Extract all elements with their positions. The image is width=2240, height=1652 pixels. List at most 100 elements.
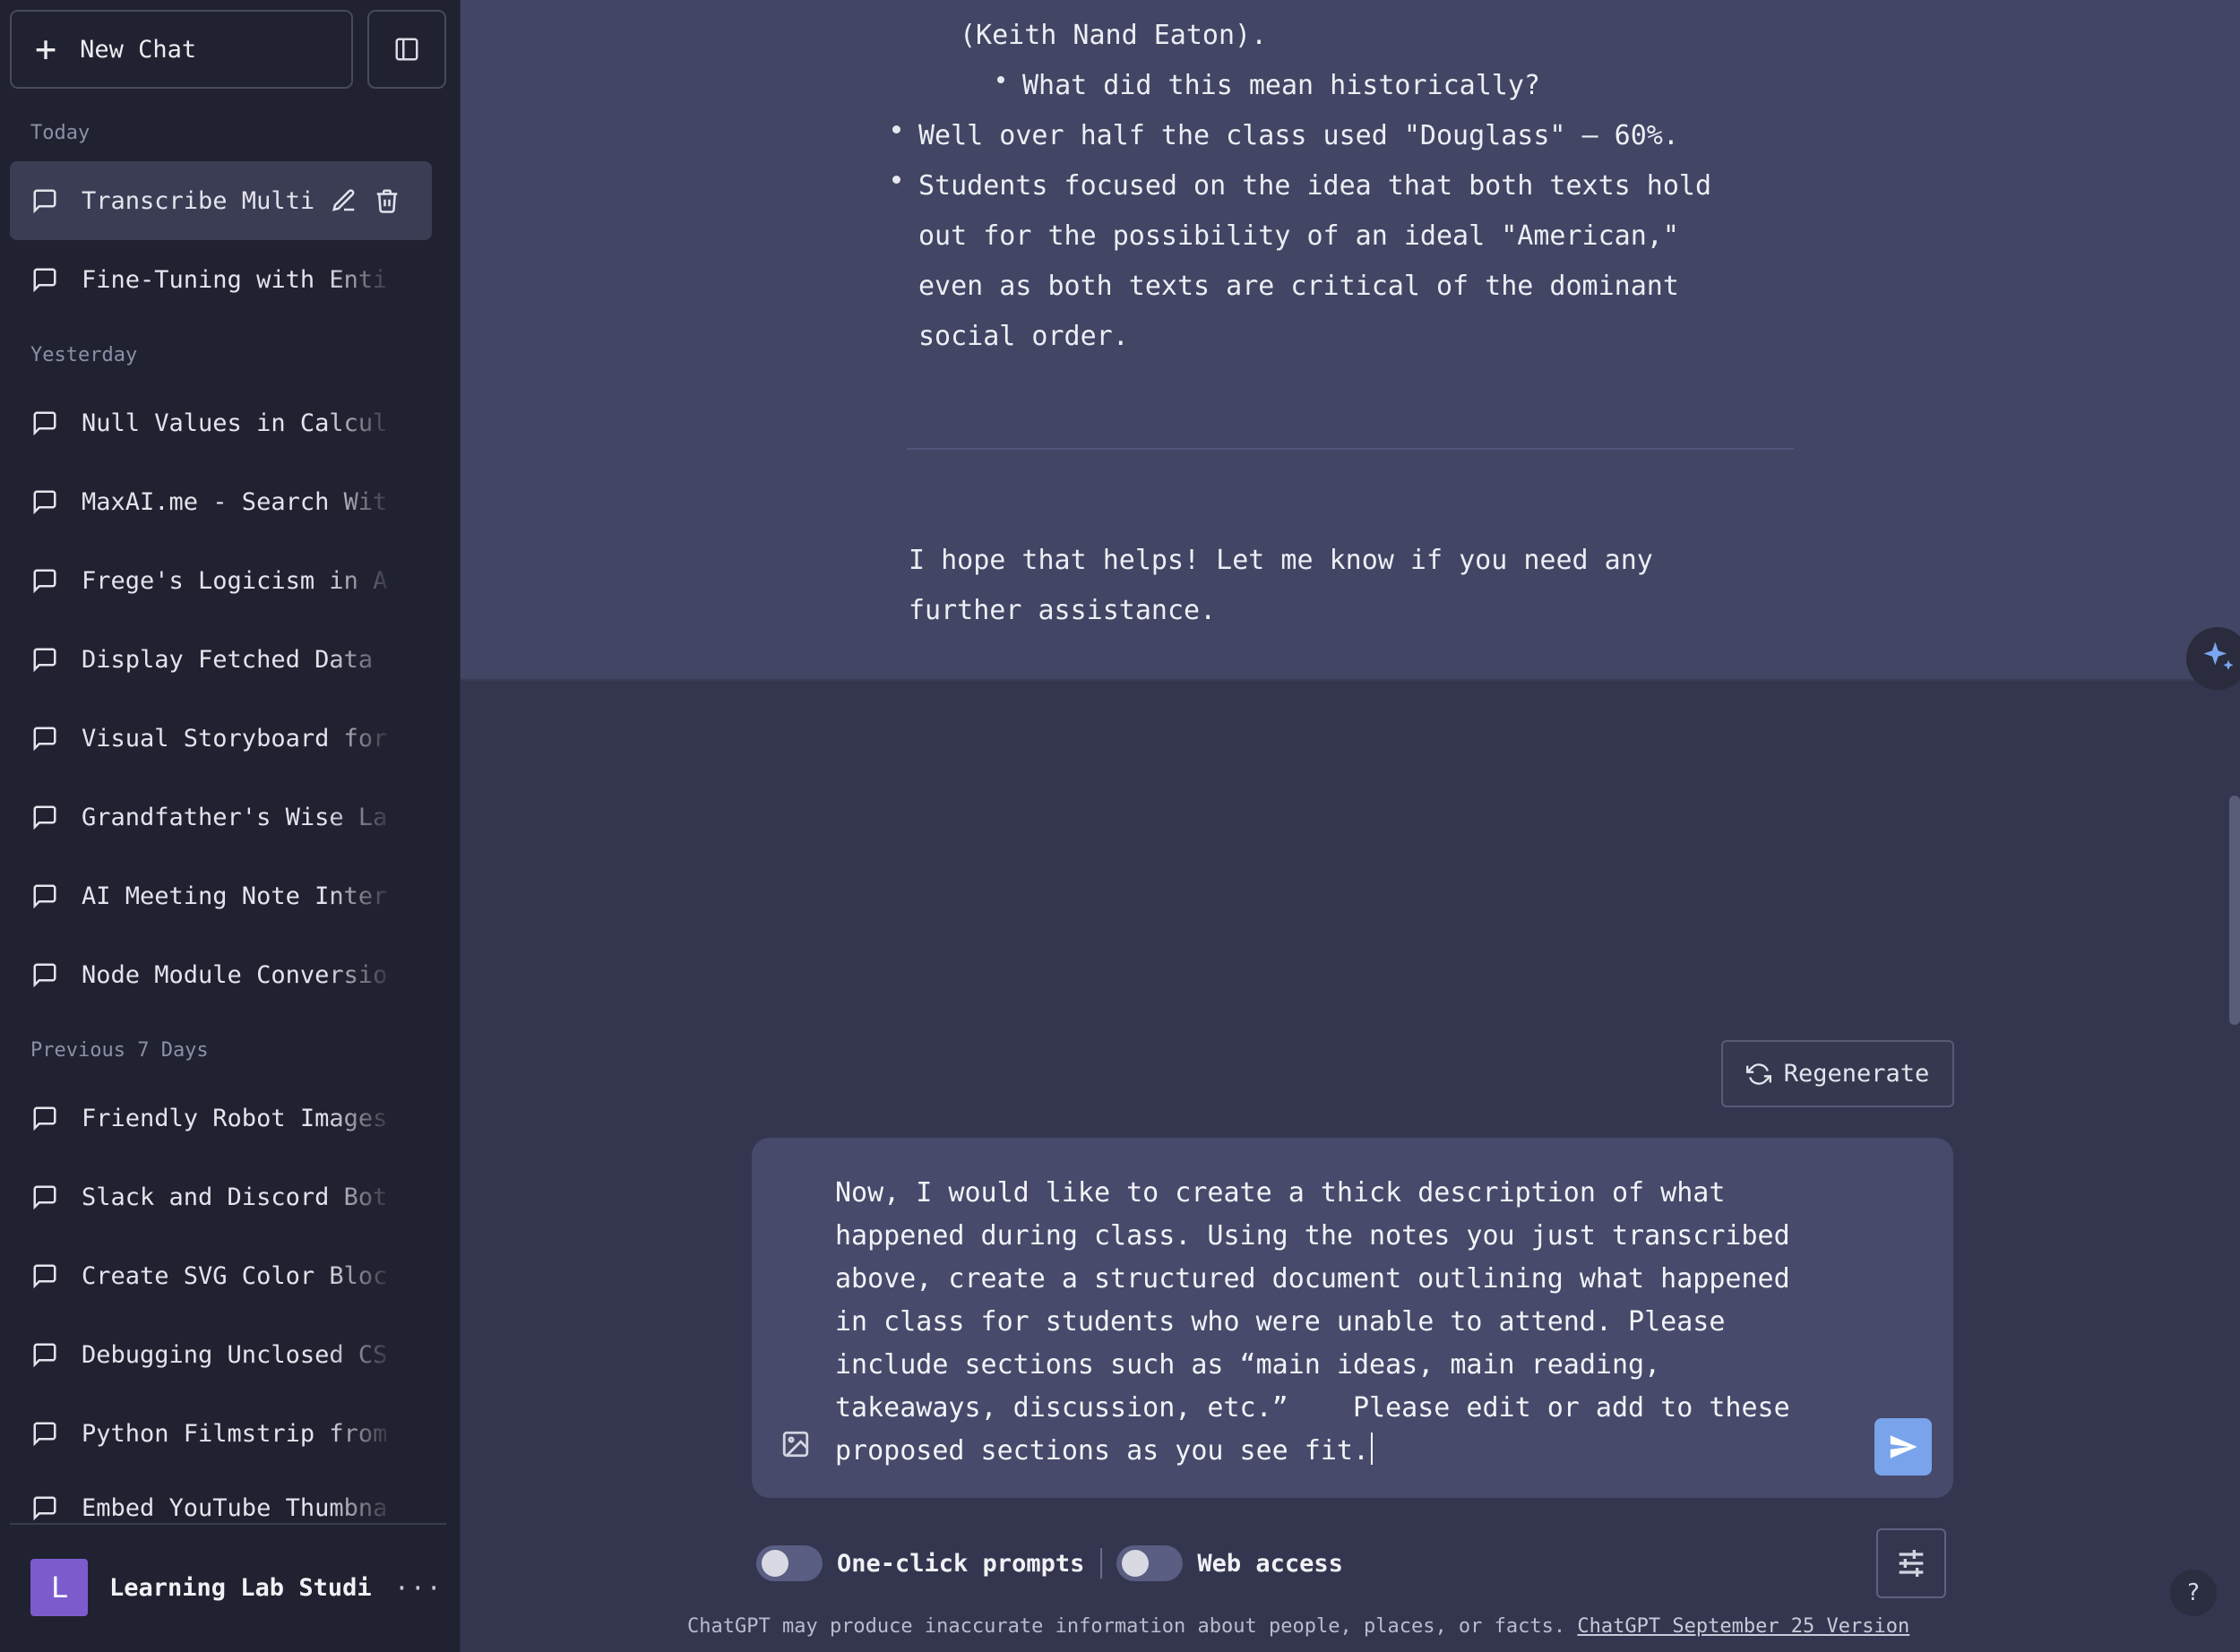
chat-bubble-icon — [33, 805, 56, 830]
chat-item-title: Slack and Discord Bot — [82, 1183, 388, 1211]
chat-bubble-icon — [33, 490, 56, 515]
message-line: I hope that helps! Let me know if you ne… — [909, 545, 1653, 576]
chat-item-title: Create SVG Color Bloc — [82, 1261, 388, 1290]
send-button[interactable] — [1874, 1418, 1932, 1476]
sidebar-chat-item[interactable]: Slack and Discord Bot — [10, 1157, 432, 1236]
chat-item-title: MaxAI.me - Search Wit — [82, 487, 388, 516]
message-line: social order. — [918, 321, 1129, 352]
user-name: Learning Lab Studi — [109, 1573, 372, 1602]
version-link[interactable]: ChatGPT September 25 Version — [1577, 1615, 1909, 1638]
message-line: (Keith Nand Eaton). — [960, 20, 1268, 51]
sidebar-chat-item[interactable]: Debugging Unclosed CS — [10, 1315, 432, 1394]
message-divider — [907, 448, 1794, 450]
chat-bubble-icon — [33, 1496, 56, 1521]
chat-bubble-icon — [33, 1106, 56, 1131]
one-click-prompts-toggle[interactable] — [756, 1545, 823, 1581]
bullet-marker — [892, 176, 900, 184]
section-label-yesterday: Yesterday — [30, 344, 138, 366]
chat-bubble-icon — [33, 1422, 56, 1447]
sidebar-panel-icon — [395, 38, 418, 61]
new-chat-label: New Chat — [80, 35, 197, 64]
chat-bubble-icon — [33, 189, 56, 214]
chat-item-title: Null Values in Calcul — [82, 409, 388, 437]
message-line: Well over half the class used "Douglass"… — [918, 120, 1679, 151]
chat-item-title: Embed YouTube Thumbna — [82, 1494, 388, 1522]
image-upload-icon[interactable] — [780, 1429, 811, 1459]
send-arrow-icon — [1890, 1435, 1917, 1458]
regenerate-button[interactable]: Regenerate — [1721, 1040, 1954, 1107]
sidebar-chat-item-active[interactable]: Transcribe Multi — [10, 161, 432, 240]
chat-item-title: Debugging Unclosed CS — [82, 1340, 388, 1369]
chat-item-title: Grandfather's Wise La — [82, 803, 388, 831]
sidebar-chat-item[interactable]: Display Fetched Data — [10, 620, 432, 699]
message-line: out for the possibility of an ideal "Ame… — [918, 220, 1679, 252]
chat-item-title: Transcribe Multi — [82, 186, 315, 215]
controls-separator — [1100, 1548, 1103, 1579]
sidebar-divider — [10, 1523, 446, 1525]
sidebar-chat-item[interactable]: Friendly Robot Images — [10, 1079, 432, 1157]
sidebar-chat-item[interactable]: AI Meeting Note Inter — [10, 856, 432, 935]
section-label-previous-7-days: Previous 7 Days — [30, 1039, 209, 1062]
chat-bubble-icon — [33, 884, 56, 909]
chat-bubble-icon — [33, 1185, 56, 1210]
section-label-today: Today — [30, 122, 90, 144]
message-line: further assistance. — [909, 595, 1217, 626]
chat-bubble-icon — [33, 1343, 56, 1368]
chat-item-title: Node Module Conversio — [82, 960, 388, 989]
scrollbar-thumb[interactable] — [2229, 796, 2240, 1025]
message-input-text: Now, I would like to create a thick desc… — [835, 1177, 1790, 1467]
bullet-marker — [892, 125, 900, 133]
sidebar-chat-item[interactable]: MaxAI.me - Search Wit — [10, 462, 432, 541]
user-account-row[interactable]: L Learning Lab Studi ··· — [30, 1559, 443, 1616]
web-access-toggle[interactable] — [1116, 1545, 1184, 1581]
message-line: Students focused on the idea that both t… — [918, 170, 1712, 202]
chat-bubble-icon — [33, 268, 56, 293]
help-button[interactable]: ? — [2170, 1570, 2217, 1616]
sidebar-chat-item[interactable]: Node Module Conversio — [10, 935, 432, 1014]
disclaimer-text: ChatGPT may produce inaccurate informati… — [687, 1615, 1566, 1638]
edit-pencil-icon[interactable] — [331, 187, 358, 214]
message-input[interactable]: Now, I would like to create a thick desc… — [835, 1172, 1865, 1473]
chat-bubble-icon — [33, 1264, 56, 1289]
plus-icon: + — [35, 29, 57, 70]
chat-bubble-icon — [33, 569, 56, 594]
text-caret — [1371, 1433, 1374, 1465]
toggle-sidebar-button[interactable] — [367, 10, 446, 89]
trash-icon[interactable] — [374, 187, 401, 214]
chat-item-title: Python Filmstrip from — [82, 1419, 388, 1448]
sidebar-chat-item[interactable]: Python Filmstrip from — [10, 1394, 432, 1473]
chat-item-title: Friendly Robot Images — [82, 1104, 388, 1132]
one-click-prompts-label: One-click prompts — [837, 1549, 1085, 1578]
sidebar-chat-item[interactable]: Visual Storyboard for — [10, 699, 432, 778]
chat-item-title: Visual Storyboard for — [82, 724, 388, 753]
chat-item-title: Frege's Logicism in A — [82, 566, 388, 595]
composer-controls: One-click prompts Web access — [756, 1541, 1343, 1586]
sliders-icon — [1899, 1550, 1924, 1577]
sidebar-chat-item[interactable]: Embed YouTube Thumbna — [10, 1473, 432, 1523]
sidebar-chat-item[interactable]: Fine-Tuning with Enti — [10, 240, 432, 319]
chat-item-title: Display Fetched Data — [82, 645, 374, 674]
sidebar-chat-item[interactable]: Create SVG Color Bloc — [10, 1236, 432, 1315]
message-line: What did this mean historically? — [1022, 70, 1540, 101]
sidebar-chat-item[interactable]: Frege's Logicism in A — [10, 541, 432, 620]
sidebar-chat-item[interactable]: Null Values in Calcul — [10, 383, 432, 462]
more-options-icon[interactable]: ··· — [394, 1573, 443, 1603]
sidebar: + New Chat Today Transcribe Multi Fine-T… — [0, 0, 461, 1652]
chat-bubble-icon — [33, 648, 56, 673]
bullet-marker — [997, 76, 1004, 83]
chat-bubble-icon — [33, 963, 56, 988]
chat-item-title: Fine-Tuning with Enti — [82, 265, 388, 294]
new-chat-button[interactable]: + New Chat — [10, 10, 353, 89]
message-composer: Now, I would like to create a thick desc… — [752, 1138, 1953, 1498]
chat-item-title: AI Meeting Note Inter — [82, 882, 388, 910]
web-access-label: Web access — [1197, 1549, 1343, 1578]
refresh-icon — [1745, 1063, 1771, 1085]
regenerate-label: Regenerate — [1783, 1060, 1930, 1088]
sidebar-chat-item[interactable]: Grandfather's Wise La — [10, 778, 432, 856]
assistant-message — [461, 0, 2240, 681]
message-line: even as both texts are critical of the d… — [918, 271, 1679, 302]
chat-bubble-icon — [33, 727, 56, 752]
settings-sliders-button[interactable] — [1876, 1528, 1946, 1598]
chat-bubble-icon — [33, 411, 56, 436]
avatar: L — [30, 1559, 88, 1616]
